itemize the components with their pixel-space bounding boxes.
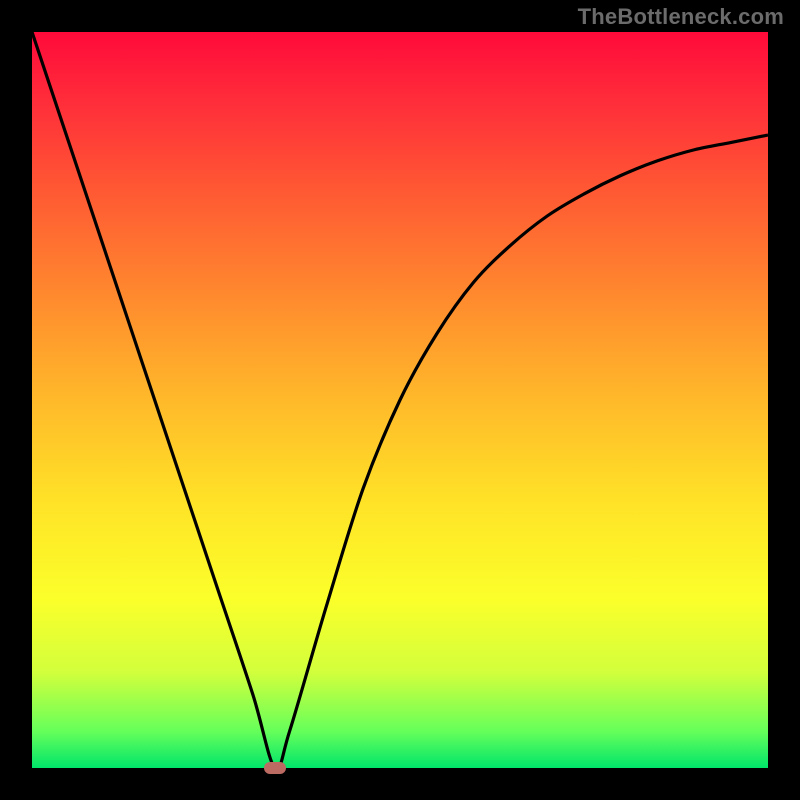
figure-root: TheBottleneck.com [0, 0, 800, 800]
plot-area [32, 32, 768, 768]
bottleneck-curve [32, 32, 768, 768]
attribution-text: TheBottleneck.com [578, 4, 784, 30]
optimal-point-marker [264, 762, 286, 774]
curve-svg [32, 32, 768, 768]
